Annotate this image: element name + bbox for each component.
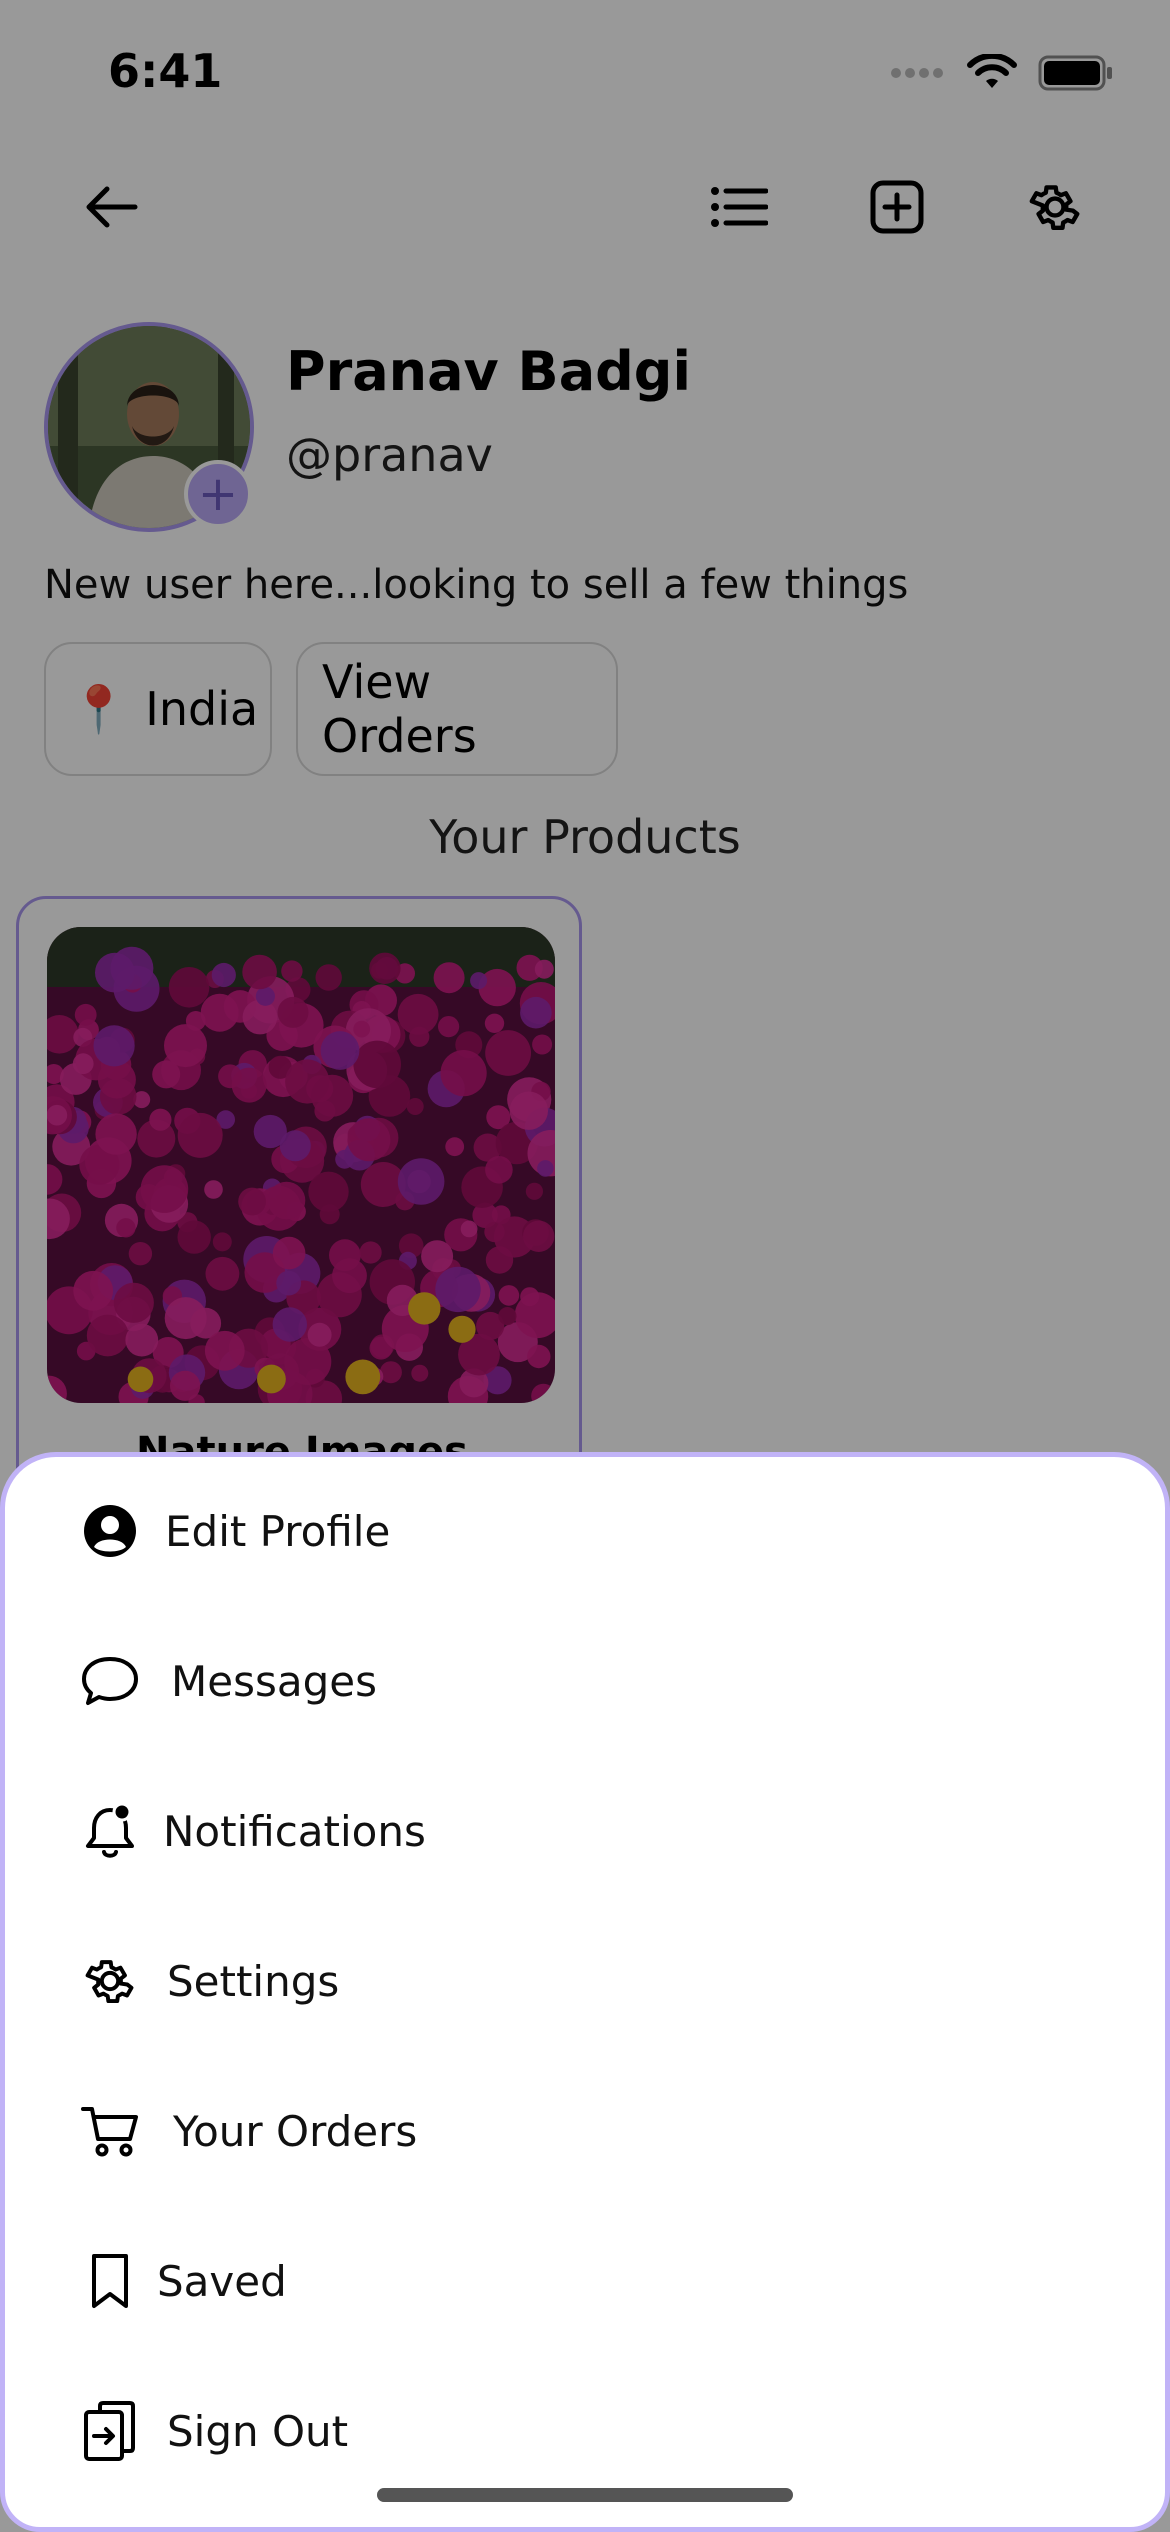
menu-label: Your Orders xyxy=(173,2106,418,2156)
menu-item-sign-out[interactable]: Sign Out xyxy=(5,2371,1165,2491)
menu-label: Edit Profile xyxy=(165,1506,391,1556)
menu-item-edit-profile[interactable]: Edit Profile xyxy=(5,1471,1165,1591)
menu-label: Sign Out xyxy=(167,2406,349,2456)
profile-page: 6:41 + Pranav Badgi @pranav New user her… xyxy=(0,0,1170,2532)
home-indicator xyxy=(377,2488,793,2502)
menu-item-notifications[interactable]: Notifications xyxy=(5,1771,1165,1891)
user-circle-icon xyxy=(79,1500,141,1562)
menu-item-your-orders[interactable]: Your Orders xyxy=(5,2071,1165,2191)
gear-icon xyxy=(79,1950,141,2012)
menu-label: Settings xyxy=(167,1956,340,2006)
menu-item-saved[interactable]: Saved xyxy=(5,2221,1165,2341)
menu-item-settings[interactable]: Settings xyxy=(5,1921,1165,2041)
chat-bubble-icon xyxy=(79,1650,141,1712)
menu-item-messages[interactable]: Messages xyxy=(5,1621,1165,1741)
bookmark-icon xyxy=(79,2250,141,2312)
sign-out-icon xyxy=(79,2400,141,2462)
menu-label: Messages xyxy=(171,1656,377,1706)
menu-label: Saved xyxy=(157,2256,287,2306)
bell-icon xyxy=(79,1800,141,1862)
menu-label: Notifications xyxy=(163,1806,426,1856)
profile-menu-sheet: Edit Profile Messages Notifications Sett… xyxy=(0,1452,1170,2532)
cart-icon xyxy=(79,2100,141,2162)
